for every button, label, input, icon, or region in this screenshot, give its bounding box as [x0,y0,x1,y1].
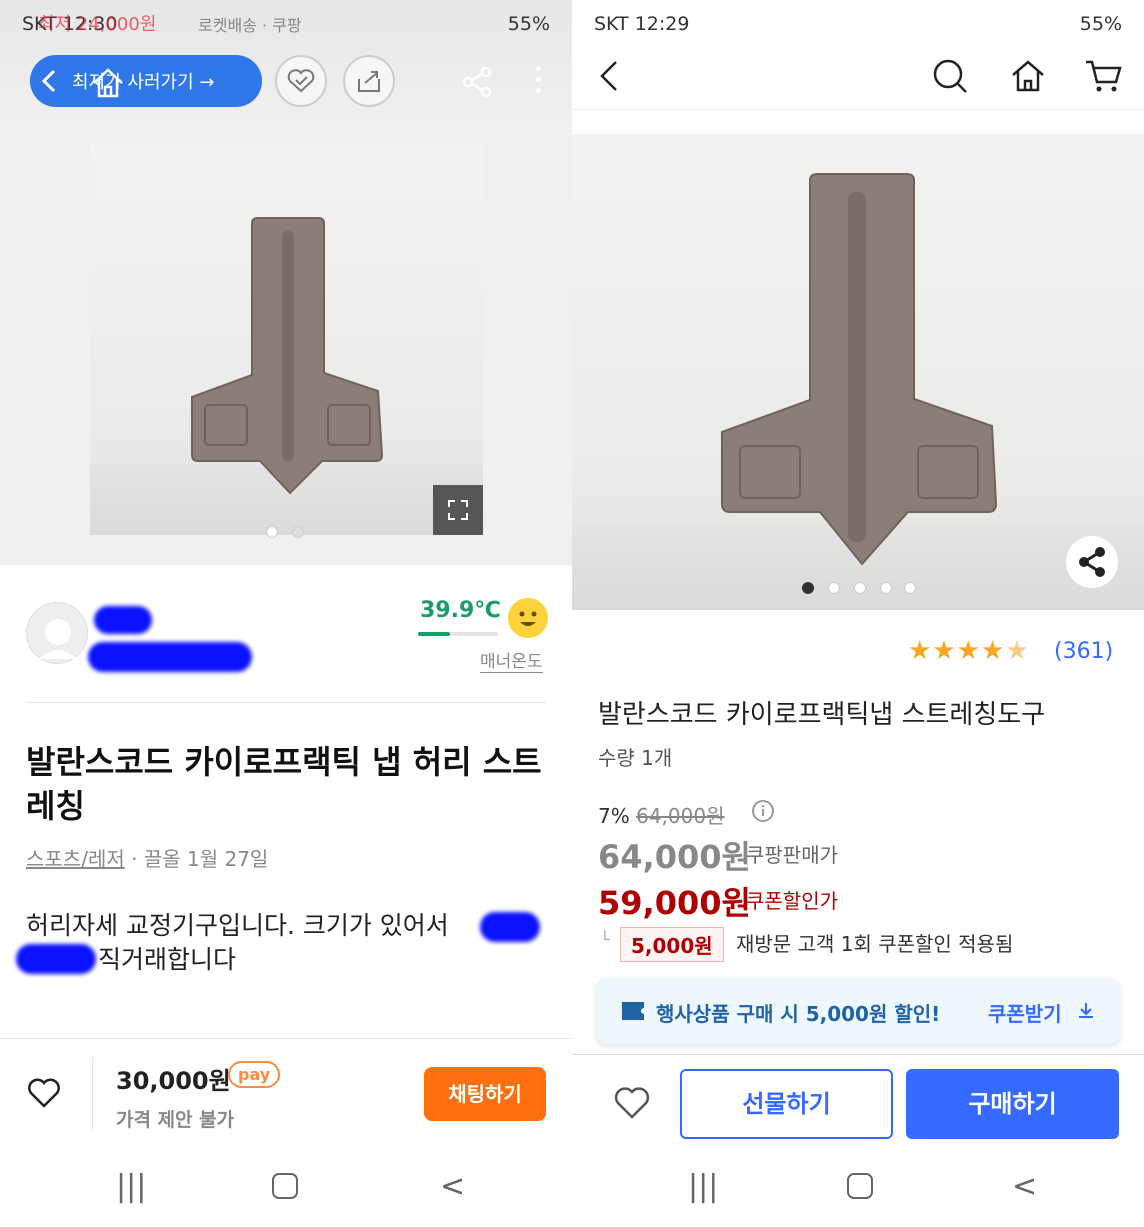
price-offer-note: 가격 제안 불가 [116,1109,235,1131]
avatar-face-icon [39,619,77,659]
status-bar: SKT 12:30 최저 24,000원 로켓배송 · 쿠팡 55% [0,0,572,50]
download-icon [1079,1003,1093,1018]
divider [26,702,546,703]
daangn-screen: SKT 12:30 최저 24,000원 로켓배송 · 쿠팡 55% 최저가 사… [0,0,572,1227]
coupang-screen: SKT 12:29 55% ★★★★★ (361) 발란스코드 카이로프랙틱냅 … [572,0,1144,1227]
description-redacted-1 [480,912,540,942]
description-line1: 허리자세 교정기구입니다. 크기가 있어서 [26,911,449,940]
temperature-bar [418,632,498,636]
quantity: 수량 1개 [598,746,673,770]
sale-price: 64,000원 [598,838,751,876]
post-title: 발란스코드 카이로프랙틱 냅 허리 스트레칭 [26,743,542,825]
status-bar: SKT 12:29 55% [572,0,1144,50]
smile-face-icon [508,598,548,638]
system-navbar: ||| < [572,1147,1144,1227]
carousel-dot-5[interactable] [904,582,916,594]
buy-button[interactable]: 구매하기 [906,1069,1119,1139]
seller-location-redacted [88,642,252,672]
recent-apps-icon[interactable]: ||| [116,1169,146,1204]
back-icon [41,69,56,93]
post-meta: · 끌올 1월 27일 [131,847,269,871]
carousel-dot-1[interactable] [802,582,814,594]
promo-text: 행사상품 구매 시 5,000원 할인! [656,1002,941,1026]
carousel-dot-2[interactable] [292,526,304,538]
discount-percent: 7% [598,804,630,828]
carousel-dot-3[interactable] [854,582,866,594]
export-button[interactable] [343,55,395,107]
share-button[interactable] [1066,536,1118,588]
carousel-dot-2[interactable] [828,582,840,594]
lowest-price-pill[interactable]: 최저가 사러가기 → [30,55,262,107]
back-nav-icon[interactable]: < [1012,1169,1037,1204]
header [572,50,1144,110]
carousel-dot-1[interactable] [266,526,278,538]
home-nav-icon[interactable] [272,1173,298,1199]
overlay-rocket: 로켓배송 · 쿠팡 [198,16,302,35]
share-icon[interactable] [458,62,498,102]
status-time: SKT 12:29 [594,13,690,35]
info-icon[interactable] [750,798,776,824]
search-icon[interactable] [930,56,970,96]
original-price: 64,000원 [636,804,725,828]
promo-banner[interactable]: 행사상품 구매 시 5,000원 할인! 쿠폰받기 [596,978,1120,1044]
heart-check-icon [287,69,315,93]
recent-apps-icon[interactable]: ||| [688,1169,718,1204]
back-nav-icon[interactable]: < [440,1169,465,1204]
heart-icon[interactable] [612,1083,652,1123]
expand-button[interactable] [433,485,483,535]
share-icon [1079,547,1105,577]
carousel-dot-4[interactable] [880,582,892,594]
home-nav-icon[interactable] [847,1173,873,1199]
battery-level: 55% [1079,13,1122,35]
home-icon [93,68,123,98]
avatar[interactable] [26,602,88,664]
product-image [721,173,998,566]
cart-icon[interactable] [1084,56,1124,96]
wish-button[interactable] [275,55,327,107]
description-line2: 직거래합니다 [98,945,237,974]
gift-button[interactable]: 선물하기 [680,1069,893,1139]
chat-button[interactable]: 채팅하기 [424,1067,546,1121]
coupon-description: 재방문 고객 1회 쿠폰할인 적용됨 [736,932,1014,956]
manner-label[interactable]: 매너온도 [480,647,543,673]
sale-price-label: 쿠팡판매가 [746,843,838,867]
coupon-amount-tag: 5,000원 [620,927,724,962]
coupon-price-label: 쿠폰할인가 [746,889,838,913]
home-icon[interactable] [1008,56,1048,96]
product-image [191,217,384,495]
manner-temperature: 39.9℃ [420,598,501,623]
product-photo[interactable] [90,143,483,535]
coupon-price: 59,000원 [598,884,751,922]
bottom-action-bar: 선물하기 구매하기 [572,1054,1144,1150]
sub-indent-marker: └ [600,930,610,949]
system-navbar: ||| < [0,1147,572,1227]
rating-count[interactable]: (361) [1054,639,1113,664]
seller-name-redacted [94,606,152,634]
expand-icon [448,500,468,520]
description-redacted-2 [16,944,96,974]
rating-stars: ★★★★★ [908,636,1030,666]
back-icon[interactable] [594,58,630,94]
battery-level: 55% [507,13,550,35]
price: 30,000원 [116,1067,231,1095]
get-coupon-button[interactable]: 쿠폰받기 [988,998,1062,1027]
category-link[interactable]: 스포츠/레저 [26,847,125,871]
pay-badge: pay [228,1061,281,1088]
ticket-icon [622,1002,644,1020]
heart-icon[interactable] [26,1075,62,1111]
bottom-action-bar: 30,000원 pay 가격 제안 불가 채팅하기 [0,1038,572,1148]
export-icon [358,71,380,92]
product-title: 발란스코드 카이로프랙틱냅 스트레칭도구 [598,700,1046,730]
overlay-lowest-price: 최저 24,000원 [38,14,157,35]
product-photo[interactable] [572,134,1144,610]
more-icon[interactable] [536,66,542,93]
